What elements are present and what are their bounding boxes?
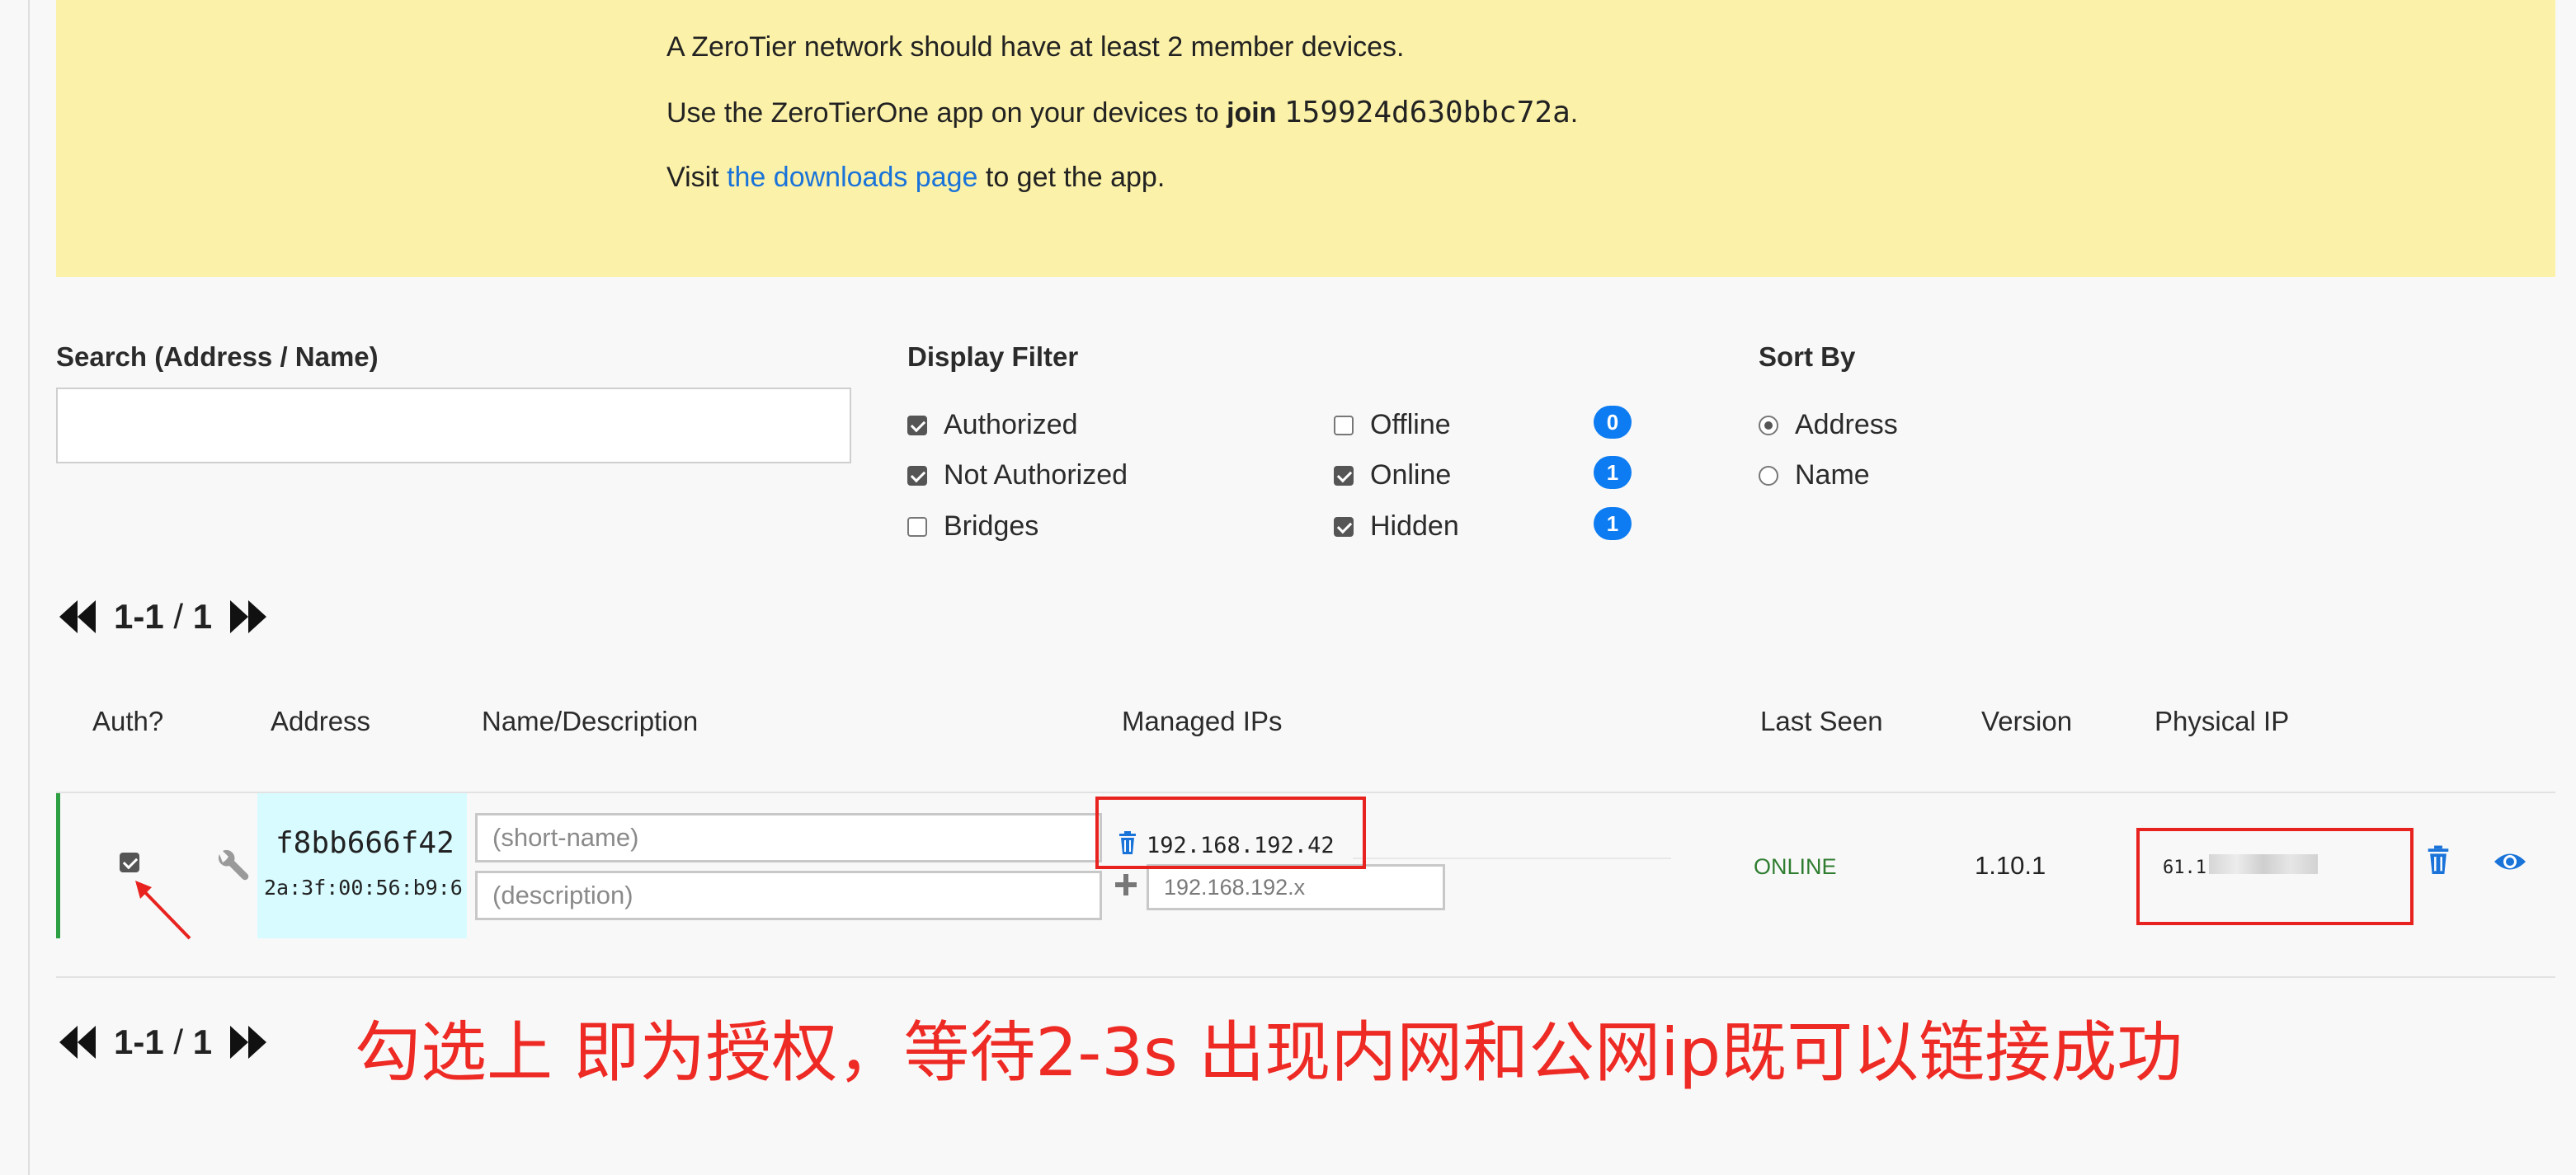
add-ip-plus-icon[interactable] xyxy=(1115,874,1137,895)
pager-text: 1-1 / 1 xyxy=(114,597,213,636)
header-physical-ip[interactable]: Physical IP xyxy=(2155,706,2289,737)
radio-sort-name[interactable] xyxy=(1759,465,1778,486)
checkbox-bridges[interactable] xyxy=(907,516,927,537)
header-address[interactable]: Address xyxy=(271,706,370,737)
description-input[interactable]: (description) xyxy=(475,871,1102,920)
online-count-badge: 1 xyxy=(1594,456,1632,489)
new-ip-input[interactable]: 192.168.192.x xyxy=(1147,864,1445,910)
pager-top: 1-1 / 1 xyxy=(59,597,267,637)
offline-count-badge: 0 xyxy=(1594,406,1632,439)
filter-authorized[interactable]: Authorized xyxy=(907,409,1078,441)
auth-checkbox[interactable] xyxy=(120,853,139,872)
notice-line-join: Use the ZeroTierOne app on your devices … xyxy=(666,96,1579,129)
notice-line-downloads: Visit the downloads page to get the app. xyxy=(666,162,1166,193)
member-mac-address: 2a:3f:00:56:b9:6 xyxy=(264,876,463,900)
checkbox-online[interactable] xyxy=(1334,465,1354,486)
table-bottom-divider xyxy=(56,976,2555,978)
hide-member-eye-icon[interactable] xyxy=(2493,849,2527,874)
first-page-icon[interactable] xyxy=(59,600,96,633)
sort-address[interactable]: Address xyxy=(1759,409,1898,441)
last-page-icon[interactable] xyxy=(230,1026,267,1059)
sort-by-label: Sort By xyxy=(1759,341,1856,372)
filter-bridges[interactable]: Bridges xyxy=(907,510,1038,543)
search-input[interactable] xyxy=(56,388,851,463)
filter-not-authorized[interactable]: Not Authorized xyxy=(907,459,1128,491)
pager-text: 1-1 / 1 xyxy=(114,1022,213,1061)
notice-line-members: A ZeroTier network should have at least … xyxy=(666,31,1405,63)
first-page-icon[interactable] xyxy=(59,1026,96,1059)
display-filter-label: Display Filter xyxy=(907,341,1079,372)
filter-online[interactable]: Online xyxy=(1334,459,1451,491)
member-version: 1.10.1 xyxy=(1975,851,2046,880)
header-managed-ips: Managed IPs xyxy=(1122,706,1283,736)
member-address: f8bb666f42 xyxy=(275,826,454,860)
header-version[interactable]: Version xyxy=(1981,706,2072,737)
checkbox-offline[interactable] xyxy=(1334,415,1354,435)
no-members-notice: A ZeroTier network should have at least … xyxy=(56,0,2555,277)
delete-member-trash-icon[interactable] xyxy=(2425,844,2451,877)
hidden-count-badge: 1 xyxy=(1594,507,1632,540)
filter-hidden[interactable]: Hidden xyxy=(1334,510,1459,543)
checkbox-not-authorized[interactable] xyxy=(907,465,927,486)
header-last-seen[interactable]: Last Seen xyxy=(1760,706,1883,737)
last-seen-status: ONLINE xyxy=(1754,854,1837,879)
network-id: 159924d630bbc72a xyxy=(1283,96,1571,129)
physical-ip-highlight xyxy=(2136,828,2414,925)
checkbox-authorized[interactable] xyxy=(907,415,927,435)
wrench-icon[interactable] xyxy=(211,849,249,887)
left-border xyxy=(28,0,30,1175)
sort-name[interactable]: Name xyxy=(1759,459,1870,491)
search-label: Search (Address / Name) xyxy=(56,341,379,372)
last-page-icon[interactable] xyxy=(230,600,267,633)
ip-underline xyxy=(1353,858,1671,859)
checkbox-hidden[interactable] xyxy=(1334,516,1354,537)
radio-sort-address[interactable] xyxy=(1759,415,1778,435)
downloads-link[interactable]: the downloads page xyxy=(727,162,977,193)
address-cell xyxy=(257,793,467,938)
member-row-accent xyxy=(56,793,60,938)
short-name-input[interactable]: (short-name) xyxy=(475,813,1102,862)
managed-ip-highlight xyxy=(1095,797,1366,869)
annotation-text: 勾选上 即为授权，等待2-3s 出现内网和公网ip既可以链接成功 xyxy=(355,1014,2183,1091)
auth-checkbox-box[interactable] xyxy=(120,853,139,872)
red-arrow-annotation xyxy=(135,881,191,940)
filter-offline[interactable]: Offline xyxy=(1334,409,1451,441)
header-auth[interactable]: Auth? xyxy=(92,706,163,737)
header-name[interactable]: Name/Description xyxy=(482,706,698,737)
pager-bottom: 1-1 / 1 xyxy=(59,1022,267,1062)
